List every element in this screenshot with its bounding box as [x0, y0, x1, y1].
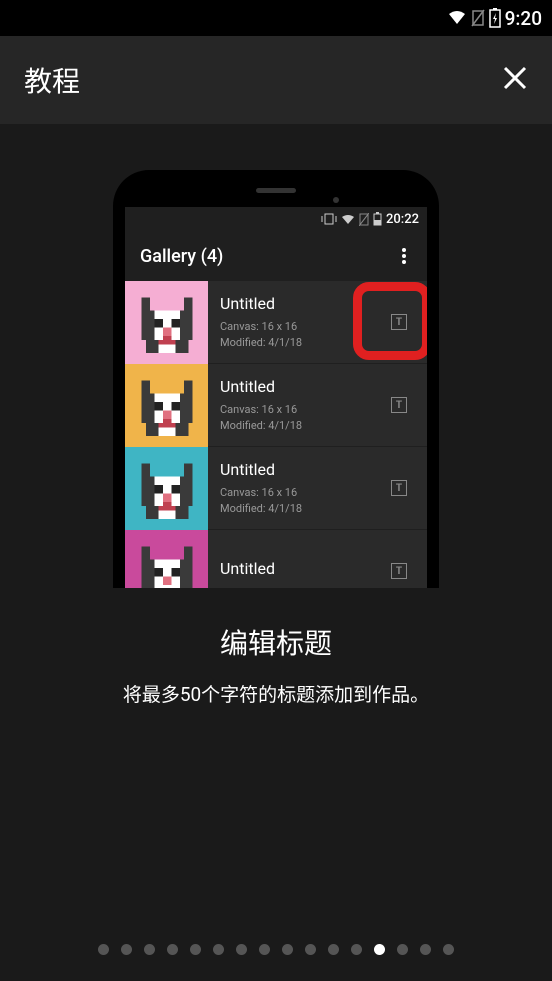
item-modified: Modified: 4/1/18 — [220, 335, 359, 350]
pagination-dot[interactable] — [236, 944, 247, 955]
pagination-dot[interactable] — [259, 944, 270, 955]
gallery-title: Gallery (4) — [140, 246, 223, 267]
gallery-row[interactable]: Untitled T — [125, 530, 427, 588]
item-info: Untitled Canvas: 16 x 16 Modified: 4/1/1… — [208, 281, 371, 363]
tutorial-step-title: 编辑标题 — [220, 622, 332, 662]
thumbnail — [125, 281, 208, 364]
pagination-dots — [0, 944, 552, 955]
title-icon: T — [391, 480, 407, 496]
inner-battery-icon — [373, 212, 382, 226]
gallery-row[interactable]: Untitled Canvas: 16 x 16 Modified: 4/1/1… — [125, 281, 427, 364]
thumbnail — [125, 530, 208, 588]
pagination-dot[interactable] — [305, 944, 316, 955]
pixel-cat-icon — [133, 372, 201, 440]
title-icon: T — [391, 397, 407, 413]
item-name: Untitled — [220, 559, 359, 578]
pixel-cat-icon — [133, 289, 201, 357]
thumbnail — [125, 364, 208, 447]
rename-button[interactable]: T — [371, 530, 427, 588]
item-name: Untitled — [220, 460, 359, 479]
pagination-dot[interactable] — [144, 944, 155, 955]
item-name: Untitled — [220, 294, 359, 313]
gallery-row[interactable]: Untitled Canvas: 16 x 16 Modified: 4/1/1… — [125, 447, 427, 530]
item-info: Untitled — [208, 530, 371, 588]
thumbnail — [125, 447, 208, 530]
sim-off-icon — [471, 9, 485, 27]
pagination-dot[interactable] — [443, 944, 454, 955]
close-icon — [502, 65, 528, 91]
menu-button[interactable] — [396, 242, 412, 270]
pagination-dot[interactable] — [328, 944, 339, 955]
item-name: Untitled — [220, 377, 359, 396]
pagination-dot[interactable] — [374, 944, 385, 955]
pagination-dot[interactable] — [190, 944, 201, 955]
rename-button[interactable]: T — [371, 281, 427, 363]
item-canvas: Canvas: 16 x 16 — [220, 319, 359, 334]
rename-button[interactable]: T — [371, 364, 427, 446]
inner-status-bar: 20:22 — [125, 207, 427, 231]
pixel-cat-icon — [133, 455, 201, 523]
item-canvas: Canvas: 16 x 16 — [220, 402, 359, 417]
tutorial-content: 20:22 Gallery (4) — [0, 124, 552, 707]
pagination-dot[interactable] — [282, 944, 293, 955]
vibrate-icon — [321, 213, 337, 225]
item-modified: Modified: 4/1/18 — [220, 418, 359, 433]
pagination-dot[interactable] — [351, 944, 362, 955]
pixel-cat-icon — [133, 538, 201, 589]
phone-screen: 20:22 Gallery (4) — [125, 207, 427, 588]
inner-status-time: 20:22 — [386, 212, 419, 227]
title-icon: T — [391, 563, 407, 579]
status-time: 9:20 — [505, 7, 542, 30]
phone-mockup: 20:22 Gallery (4) — [113, 170, 439, 588]
gallery-header: Gallery (4) — [125, 231, 427, 281]
pagination-dot[interactable] — [420, 944, 431, 955]
wifi-icon — [447, 10, 467, 26]
pagination-dot[interactable] — [213, 944, 224, 955]
pagination-dot[interactable] — [167, 944, 178, 955]
pagination-dot[interactable] — [121, 944, 132, 955]
title-icon: T — [391, 314, 407, 330]
close-button[interactable] — [502, 61, 528, 99]
inner-sim-off-icon — [359, 213, 369, 226]
rename-button[interactable]: T — [371, 447, 427, 529]
tutorial-header: 教程 — [0, 36, 552, 124]
header-title: 教程 — [24, 60, 80, 100]
item-canvas: Canvas: 16 x 16 — [220, 485, 359, 500]
status-icons: 9:20 — [447, 7, 542, 30]
item-modified: Modified: 4/1/18 — [220, 501, 359, 516]
gallery-row[interactable]: Untitled Canvas: 16 x 16 Modified: 4/1/1… — [125, 364, 427, 447]
device-status-bar: 9:20 — [0, 0, 552, 36]
item-info: Untitled Canvas: 16 x 16 Modified: 4/1/1… — [208, 364, 371, 446]
inner-wifi-icon — [341, 214, 355, 225]
tutorial-step-description: 将最多50个字符的标题添加到作品。 — [123, 680, 429, 707]
battery-charging-icon — [489, 8, 501, 28]
pagination-dot[interactable] — [397, 944, 408, 955]
pagination-dot[interactable] — [98, 944, 109, 955]
item-info: Untitled Canvas: 16 x 16 Modified: 4/1/1… — [208, 447, 371, 529]
